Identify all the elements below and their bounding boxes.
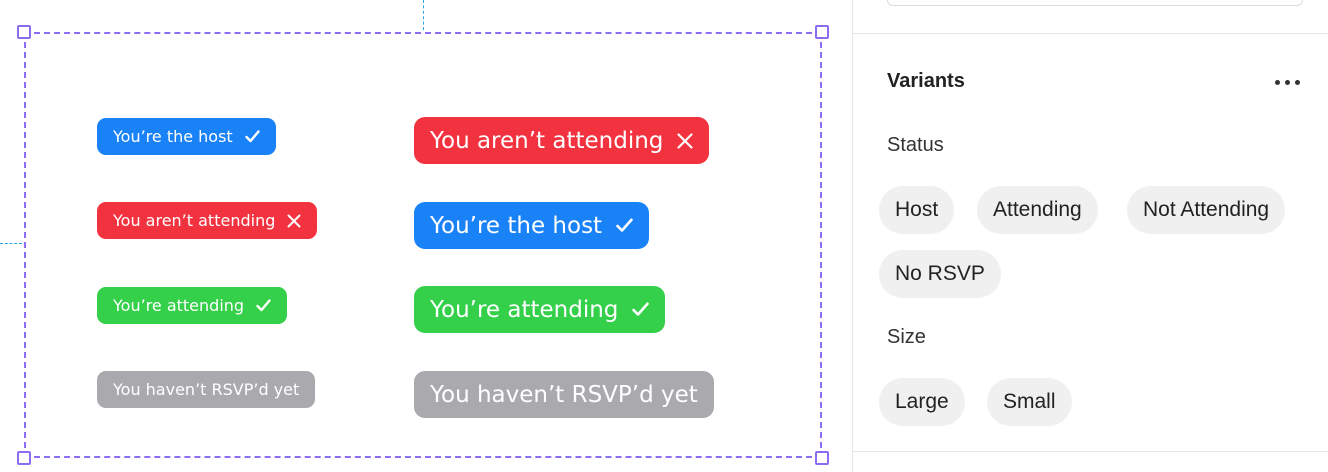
variant-chip-attending[interactable]: Attending — [977, 186, 1098, 234]
divider — [853, 33, 1328, 34]
badge-label: You haven’t RSVP’d yet — [430, 381, 698, 408]
badge-label: You aren’t attending — [113, 211, 276, 230]
variants-title: Variants — [887, 70, 965, 92]
badge-large-not-attending[interactable]: You aren’t attending — [414, 117, 710, 164]
badge-large-no-rsvp[interactable]: You haven’t RSVP’d yet — [414, 371, 714, 418]
badge-small-host[interactable]: You’re the host — [97, 118, 276, 155]
status-label: Status — [887, 134, 944, 156]
resize-handle-top-left[interactable] — [17, 25, 31, 39]
variant-chip-no-rsvp[interactable]: No RSVP — [879, 250, 1001, 298]
variant-chip-large[interactable]: Large — [879, 378, 965, 426]
x-icon — [677, 132, 694, 149]
badge-large-attending[interactable]: You’re attending — [414, 286, 666, 333]
more-horizontal-icon[interactable] — [1267, 68, 1307, 96]
divider — [853, 451, 1328, 452]
panel-field[interactable] — [887, 0, 1303, 6]
badge-small-no-rsvp[interactable]: You haven’t RSVP’d yet — [97, 371, 316, 408]
variant-chip-host[interactable]: Host — [879, 186, 955, 234]
check-icon — [616, 218, 633, 233]
badge-label: You’re attending — [113, 296, 245, 315]
horizontal-guide-line — [0, 243, 22, 244]
badge-label: You haven’t RSVP’d yet — [113, 380, 300, 399]
resize-handle-bottom-left[interactable] — [17, 451, 31, 465]
properties-panel: Variants Status Host Attending Not Atten… — [852, 0, 1328, 472]
check-icon — [256, 299, 271, 312]
vertical-guide-line — [423, 0, 424, 30]
badge-large-host[interactable]: You’re the host — [414, 202, 650, 249]
design-canvas[interactable]: You’re the host You aren’t attending You… — [0, 0, 852, 472]
resize-handle-bottom-right[interactable] — [815, 451, 829, 465]
resize-handle-top-right[interactable] — [815, 25, 829, 39]
size-label: Size — [887, 326, 926, 348]
x-icon — [287, 214, 301, 228]
badge-small-not-attending[interactable]: You aren’t attending — [97, 202, 318, 239]
variant-chip-small[interactable]: Small — [987, 378, 1072, 426]
variant-chip-not-attending[interactable]: Not Attending — [1127, 186, 1286, 234]
badge-label: You’re the host — [113, 127, 233, 146]
badge-small-attending[interactable]: You’re attending — [97, 287, 288, 324]
check-icon — [632, 302, 650, 317]
badge-label: You’re the host — [430, 212, 603, 239]
badge-label: You’re attending — [430, 296, 619, 323]
badge-label: You aren’t attending — [430, 127, 664, 154]
check-icon — [245, 130, 260, 143]
